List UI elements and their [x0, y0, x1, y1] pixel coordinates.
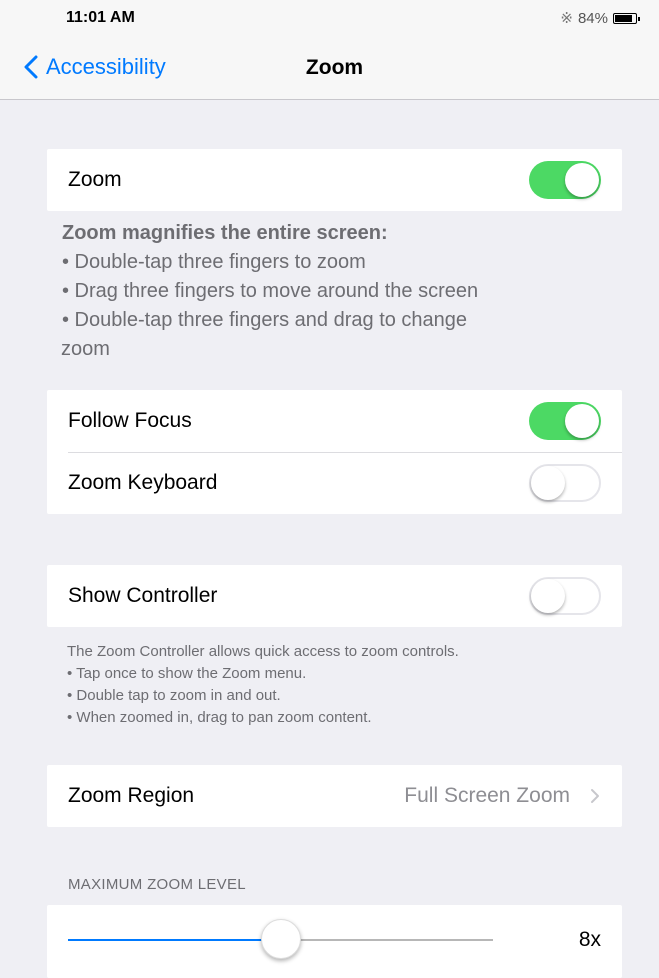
- controller-description: The Zoom Controller allows quick access …: [67, 641, 607, 729]
- switch-knob: [565, 404, 599, 438]
- zoom-region-group: Zoom Region Full Screen Zoom: [47, 765, 622, 827]
- zoom-description-header: Zoom magnifies the entire screen:: [62, 222, 388, 244]
- zoom-description-bullet: • Double-tap three fingers to zoom: [62, 251, 366, 273]
- zoom-description-continuation: zoom: [61, 338, 110, 360]
- battery-fill: [615, 14, 632, 22]
- focus-group: Follow Focus Zoom Keyboard: [47, 390, 622, 514]
- max-zoom-slider-thumb[interactable]: [260, 919, 301, 959]
- switch-knob: [531, 466, 565, 500]
- bluetooth-icon: ※: [560, 10, 573, 27]
- navigation-bar: Accessibility Zoom: [0, 36, 659, 100]
- chevron-right-icon: [591, 789, 599, 803]
- battery-percent: 84%: [577, 9, 608, 27]
- controller-description-line: • Tap once to show the Zoom menu.: [67, 665, 307, 682]
- max-zoom-header: MAXIMUM ZOOM LEVEL: [68, 876, 246, 893]
- zoom-switch[interactable]: [529, 161, 601, 199]
- switch-knob: [531, 579, 565, 613]
- battery-icon: [613, 12, 640, 24]
- show-controller-label: Show Controller: [68, 584, 218, 607]
- zoom-description-bullet: • Drag three fingers to move around the …: [62, 280, 479, 302]
- zoom-region-row[interactable]: Zoom Region Full Screen Zoom: [47, 765, 622, 827]
- zoom-keyboard-row: Zoom Keyboard: [47, 452, 622, 514]
- controller-description-line: • Double tap to zoom in and out.: [67, 687, 281, 704]
- status-time: 11:01 AM: [66, 9, 135, 26]
- zoom-description: Zoom magnifies the entire screen: • Doub…: [61, 219, 602, 364]
- max-zoom-value: 8x: [578, 928, 601, 951]
- zoom-row: Zoom: [47, 149, 622, 211]
- zoom-keyboard-label: Zoom Keyboard: [68, 471, 218, 494]
- zoom-label: Zoom: [68, 168, 122, 191]
- controller-description-line: The Zoom Controller allows quick access …: [67, 643, 459, 660]
- status-bar: 11:01 AM ※ 84%: [0, 0, 659, 36]
- zoom-region-label: Zoom Region: [68, 784, 195, 807]
- controller-description-line: • When zoomed in, drag to pan zoom conte…: [67, 709, 372, 726]
- page-title: Zoom: [305, 56, 364, 79]
- follow-focus-label: Follow Focus: [68, 409, 192, 432]
- battery-tip: [638, 16, 640, 21]
- zoom-group: Zoom: [47, 149, 622, 211]
- follow-focus-row: Follow Focus: [47, 390, 622, 452]
- switch-knob: [565, 163, 599, 197]
- slider-track-empty: [280, 939, 493, 941]
- slider-track-filled: [68, 939, 281, 941]
- follow-focus-switch[interactable]: [529, 402, 601, 440]
- zoom-region-value: Full Screen Zoom: [404, 784, 570, 807]
- controller-group: Show Controller: [47, 565, 622, 627]
- zoom-keyboard-switch[interactable]: [529, 464, 601, 502]
- status-right: ※ 84%: [560, 9, 640, 27]
- show-controller-switch[interactable]: [529, 577, 601, 615]
- zoom-description-bullet: • Double-tap three fingers and drag to c…: [62, 309, 468, 331]
- show-controller-row: Show Controller: [47, 565, 622, 627]
- max-zoom-group: [47, 905, 622, 978]
